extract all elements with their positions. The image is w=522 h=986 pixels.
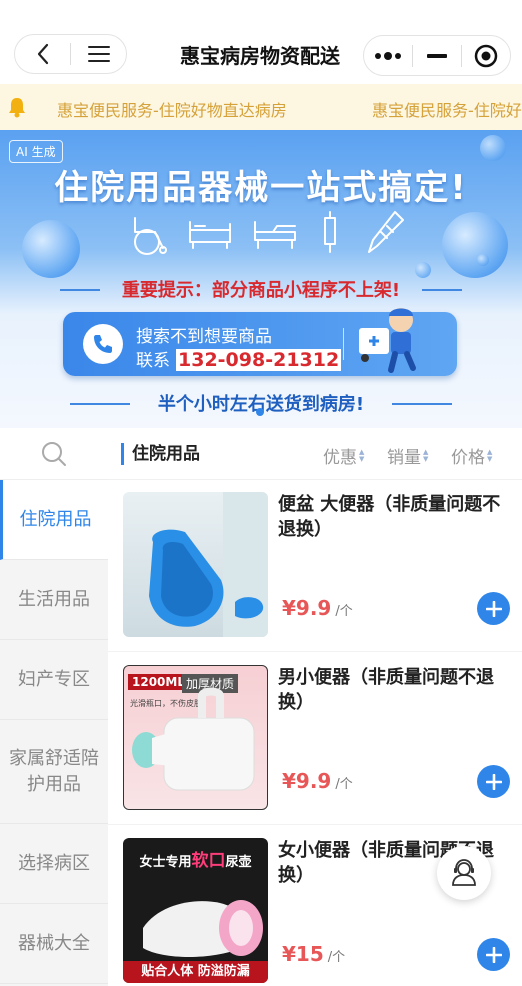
add-to-cart-button[interactable] [477,592,510,625]
customer-service-button[interactable] [437,846,491,900]
product-image-bedpan [123,492,268,637]
menu-button[interactable] [71,35,126,73]
more-button[interactable] [364,36,412,75]
contact-label: 联系 [136,351,170,371]
delivery-mascot-icon [359,308,416,373]
sidebar-item-daily-goods[interactable]: 生活用品 [0,560,108,640]
category-sidebar: 住院用品 生活用品 妇产专区 家属舒适陪护用品 选择病区 器械大全 [0,428,108,986]
category-title: 住院用品 [121,443,200,465]
plus-icon [485,773,502,790]
sort-sales[interactable]: 销量 ▲ ▼ [387,443,428,468]
page-title: 惠宝病房物资配送 [180,44,340,68]
nav-capsule [14,34,127,74]
product-price: ¥9.9/个 [282,596,353,620]
notice-text-repeat: 惠宝便民服务-住院好 [372,101,522,120]
add-to-cart-button[interactable] [477,765,510,798]
product-image-male-urinal: 1200ML 加厚材质 光滑瓶口，不伤皮肤 [123,665,268,810]
plus-icon [485,946,502,963]
product-card[interactable]: 便盆 大便器（非质量问题不退换） ¥9.9/个 [108,480,522,652]
sort-discount-label: 优惠 [323,448,357,468]
bell-icon [9,98,25,118]
product-list-panel: 住院用品 优惠 ▲ ▼ 销量 ▲ ▼ 价格 ▲ ▼ 便盆 大便器（非质量问题不退换） … [108,428,522,986]
product-name: 男小便器（非质量问题不退换） [278,667,494,713]
close-miniprogram-button[interactable] [462,36,510,75]
sort-arrows-icon: ▲ ▼ [487,447,493,463]
sidebar-item-family-care[interactable]: 家属舒适陪护用品 [0,720,108,824]
decor-bubble [480,135,506,161]
sort-discount[interactable]: 优惠 ▲ ▼ [323,443,364,468]
minus-icon [427,53,447,58]
product-price: ¥9.9/个 [282,769,353,793]
sort-sales-label: 销量 [387,448,421,468]
medical-equipment-icons [134,211,404,255]
contact-phone[interactable]: 132-098-21312 [176,349,342,371]
decor-bubble [477,254,489,266]
banner-headline: 住院用品器械一站式搞定! [54,168,468,208]
sidebar-item-maternity[interactable]: 妇产专区 [0,640,108,720]
sort-price[interactable]: 价格 ▲ ▼ [451,443,492,468]
miniprogram-capsule [363,35,511,76]
phone-icon [83,324,123,364]
product-name: 便盆 大便器（非质量问题不退换） [278,494,501,540]
product-card[interactable]: 1200ML 加厚材质 光滑瓶口，不伤皮肤 男小便器（非质量问题不退换） ¥9.… [108,653,522,825]
notice-bar[interactable]: 惠宝便民服务-住院好物直达病房 惠宝便民服务-住院好 [0,84,522,130]
contact-line: 联系 132-098-21312 [136,346,342,371]
sort-bar: 住院用品 优惠 ▲ ▼ 销量 ▲ ▼ 价格 ▲ ▼ [108,428,522,480]
contact-card[interactable]: 搜索不到想要商品 联系 132-098-21312 [63,308,457,376]
carousel-indicator[interactable] [256,408,264,416]
hamburger-icon [87,46,110,62]
sidebar-item-hospital-supplies[interactable]: 住院用品 [0,480,108,560]
more-dots-icon [375,51,401,60]
customer-service-icon [452,859,476,886]
back-button[interactable] [15,35,70,73]
chevron-left-icon [37,43,48,65]
sort-arrows-icon: ▲ ▼ [423,447,429,463]
promo-banner[interactable]: AI 生成 住院用品器械一站式搞定! 重要提示：部分商品小程序不上架! 搜索不到… [0,130,522,428]
minimize-button[interactable] [413,36,461,75]
plus-icon [485,600,502,617]
search-button[interactable] [0,428,108,480]
decor-bubble [442,212,508,278]
sidebar-item-select-ward[interactable]: 选择病区 [0,824,108,904]
decor-bubble [22,220,80,278]
add-to-cart-button[interactable] [477,938,510,971]
target-icon [474,44,498,67]
sidebar-item-equipment[interactable]: 器械大全 [0,904,108,984]
sort-arrows-icon: ▲ ▼ [359,447,365,463]
contact-hint: 搜索不到想要商品 [136,327,272,347]
product-image-female-urinal: 女士专用软口尿壶 贴合人体 防溢防漏 [123,838,268,983]
sort-price-label: 价格 [451,448,485,468]
banner-warning: 重要提示：部分商品小程序不上架! [121,280,401,301]
top-bar: 惠宝病房物资配送 [0,0,522,84]
product-price: ¥15/个 [282,942,346,966]
notice-text: 惠宝便民服务-住院好物直达病房 [57,101,287,120]
search-icon [42,441,66,466]
